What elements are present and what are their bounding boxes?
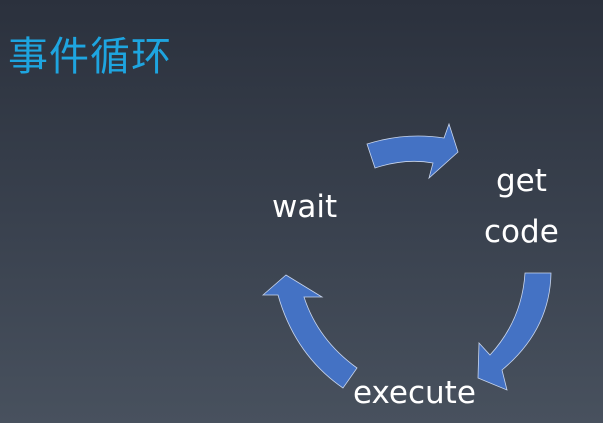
arrow-get-code-to-execute	[477, 272, 552, 391]
label-code: code	[484, 214, 559, 250]
label-get: get	[496, 163, 547, 199]
arrow-execute-to-wait	[261, 274, 358, 389]
label-execute: execute	[353, 375, 476, 411]
label-wait: wait	[272, 189, 338, 225]
arrow-wait-to-get-code	[366, 122, 459, 180]
